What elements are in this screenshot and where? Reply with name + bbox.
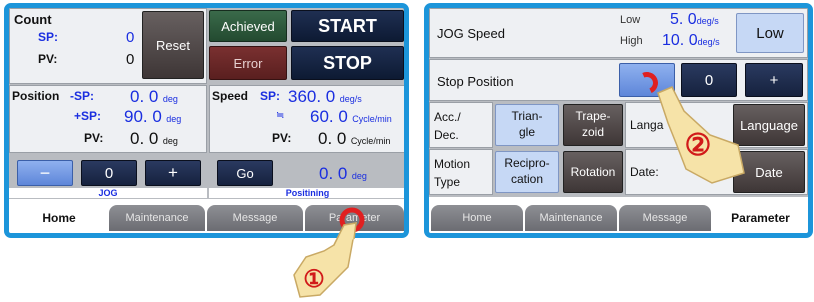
go-button[interactable]: Go xyxy=(217,160,273,186)
jog-plus-button[interactable]: + xyxy=(145,160,201,186)
minus-sp-readout: 0. 0 deg xyxy=(130,88,178,106)
positioning-value: 0. 0 xyxy=(319,164,348,183)
plus-sp-label: +SP: xyxy=(74,109,102,123)
positioning-readout: 0. 0 deg xyxy=(319,165,367,183)
reset-button[interactable]: Reset xyxy=(142,11,204,79)
param-tab-message[interactable]: Message xyxy=(619,205,711,231)
speed-approx-value: 60. 0 xyxy=(310,107,348,126)
plus-sp-unit: deg xyxy=(166,114,182,124)
acc-dec-label-cell: Acc./ Dec. xyxy=(429,102,493,148)
reciprocation-option-line1: Recipro- xyxy=(504,156,550,171)
position-section: Position -SP: 0. 0 deg +SP: 90. 0 deg PV… xyxy=(9,85,207,153)
positioning-unit: deg xyxy=(351,171,367,181)
tab-maintenance[interactable]: Maintenance xyxy=(109,205,205,231)
jog-speed-label: JOG Speed xyxy=(437,26,505,41)
jog-speed-row: JOG Speed Low 5. 0deg/s High 10. 0deg/s … xyxy=(429,8,808,58)
position-pv-label: PV: xyxy=(84,131,104,145)
param-tab-home[interactable]: Home xyxy=(431,205,523,231)
speed-sp-readout: 360. 0 deg/s xyxy=(288,88,362,106)
motion-type-label-cell: Motion Type xyxy=(429,149,493,195)
position-pv-readout: 0. 0 deg xyxy=(130,130,178,148)
param-tab-maintenance[interactable]: Maintenance xyxy=(525,205,617,231)
reciprocation-option-button[interactable]: Recipro- cation xyxy=(495,151,559,193)
jog-value-field[interactable]: 0 xyxy=(81,160,137,186)
jog-speed-low-button[interactable]: Low xyxy=(736,13,804,53)
speed-sp-label: SP: xyxy=(260,89,281,103)
position-title: Position xyxy=(12,89,60,103)
speed-pv-readout: 0. 0 Cycle/min xyxy=(318,130,390,148)
rotation-option-button[interactable]: Rotation xyxy=(563,151,623,193)
parameter-screen: JOG Speed Low 5. 0deg/s High 10. 0deg/s … xyxy=(424,3,813,238)
count-pv-label: PV: xyxy=(38,52,58,66)
motion-type-label-line1: Motion xyxy=(434,157,471,171)
speed-sp-unit: deg/s xyxy=(339,94,362,104)
jog-speed-high-label: High xyxy=(620,35,643,47)
speed-section: Speed SP: 360. 0 deg/s ≒ 60. 0 Cycle/min… xyxy=(209,85,404,153)
triangle-option-line1: Trian- xyxy=(511,109,543,124)
speed-approx-readout: 60. 0 Cycle/min xyxy=(310,108,392,126)
jog-speed-low-value: 5. 0 xyxy=(670,11,697,28)
plus-sp-readout: 90. 0 deg xyxy=(124,108,181,126)
reciprocation-option-line2: cation xyxy=(510,172,544,186)
speed-sp-value: 360. 0 xyxy=(288,87,336,106)
jog-speed-low-readout: 5. 0deg/s xyxy=(670,12,719,28)
jog-speed-high-value: 10. 0 xyxy=(662,32,698,49)
triangle-option-button[interactable]: Trian- gle xyxy=(495,104,559,146)
count-sp-label: SP: xyxy=(38,30,59,44)
trapezoid-option-line2: zoid xyxy=(581,125,604,139)
step-1-marker: ① xyxy=(303,265,325,293)
stop-position-plus-button[interactable]: + xyxy=(745,63,803,97)
motion-type-label-line2: Type xyxy=(434,175,461,189)
speed-pv-unit: Cycle/min xyxy=(350,136,391,146)
position-pv-value: 0. 0 xyxy=(130,129,159,148)
achieved-indicator: Achieved xyxy=(209,10,287,42)
jog-minus-button[interactable]: − xyxy=(17,160,73,186)
tab-home[interactable]: Home xyxy=(11,205,107,231)
speed-pv-value: 0. 0 xyxy=(318,129,347,148)
count-pv-value: 0 xyxy=(126,51,135,68)
start-button[interactable]: START xyxy=(291,10,404,42)
trapezoid-option-button[interactable]: Trape- zoid xyxy=(563,104,623,146)
position-pv-unit: deg xyxy=(162,136,178,146)
param-tab-parameter[interactable]: Parameter xyxy=(713,205,808,231)
minus-sp-label: -SP: xyxy=(70,89,94,103)
acc-dec-label-line1: Acc./ xyxy=(434,110,461,124)
minus-sp-unit: deg xyxy=(162,94,178,104)
jog-speed-low-label: Low xyxy=(620,14,641,26)
count-title: Count xyxy=(14,12,52,27)
stop-button[interactable]: STOP xyxy=(291,46,404,80)
speed-approx-unit: Cycle/min xyxy=(352,114,392,124)
trapezoid-option-line1: Trape- xyxy=(575,109,611,124)
approx-symbol: ≒ xyxy=(276,110,285,121)
speed-pv-label: PV: xyxy=(272,131,292,145)
tab-message[interactable]: Message xyxy=(207,205,303,231)
stop-position-label: Stop Position xyxy=(437,74,514,89)
step-2-marker: ② xyxy=(684,128,712,162)
minus-sp-value: 0. 0 xyxy=(130,87,159,106)
error-indicator: Error xyxy=(209,46,287,80)
plus-sp-value: 90. 0 xyxy=(124,107,162,126)
acc-dec-label-line2: Dec. xyxy=(434,128,459,142)
jog-label: JOG xyxy=(9,188,207,198)
jog-speed-high-readout: 10. 0deg/s xyxy=(662,33,720,49)
jog-speed-high-unit: deg/s xyxy=(697,37,720,47)
home-screen: Count SP: 0 PV: 0 Reset Achieved Error S… xyxy=(4,3,409,238)
jog-speed-low-unit: deg/s xyxy=(696,16,719,26)
count-section: Count SP: 0 PV: 0 Reset xyxy=(9,8,207,84)
count-sp-value: 0 xyxy=(126,29,135,46)
positioning-label: Positining xyxy=(209,188,404,198)
triangle-option-line2: gle xyxy=(518,125,535,139)
speed-title: Speed xyxy=(212,89,249,103)
